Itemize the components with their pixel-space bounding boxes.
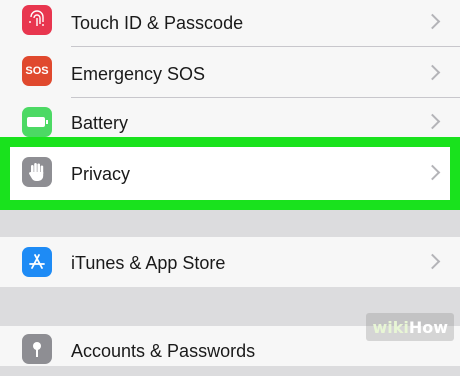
settings-row-itunes-app-store[interactable]: iTunes & App Store: [0, 237, 460, 287]
privacy-highlight-box: Privacy: [0, 137, 460, 210]
wikihow-watermark: wiki How: [366, 313, 454, 341]
itunes-app-store-label: iTunes & App Store: [71, 253, 226, 273]
privacy-label: Privacy: [71, 164, 131, 184]
key-icon: [22, 334, 52, 364]
chevron-right-icon: [424, 113, 441, 130]
watermark-wiki: wiki: [372, 317, 409, 337]
settings-row-emergency-sos[interactable]: SOS Emergency SOS: [0, 46, 460, 96]
settings-row-privacy[interactable]: Privacy: [10, 147, 450, 200]
chevron-right-icon: [424, 253, 441, 270]
chevron-right-icon: [424, 13, 441, 30]
hand-icon: [22, 157, 52, 187]
chevron-right-icon: [424, 64, 441, 81]
emergency-sos-label: Emergency SOS: [71, 64, 206, 84]
battery-icon: [22, 107, 52, 137]
settings-row-touch-id[interactable]: Touch ID & Passcode: [0, 0, 460, 50]
watermark-how: How: [408, 317, 448, 337]
fingerprint-icon: [22, 5, 52, 35]
app-store-icon: [22, 247, 52, 277]
sos-icon: SOS: [22, 56, 52, 86]
chevron-right-icon: [424, 164, 441, 181]
accounts-passwords-label: Accounts & Passwords: [71, 341, 256, 361]
touch-id-label: Touch ID & Passcode: [71, 13, 244, 33]
battery-label: Battery: [71, 113, 129, 133]
sos-icon-text: SOS: [25, 65, 49, 77]
